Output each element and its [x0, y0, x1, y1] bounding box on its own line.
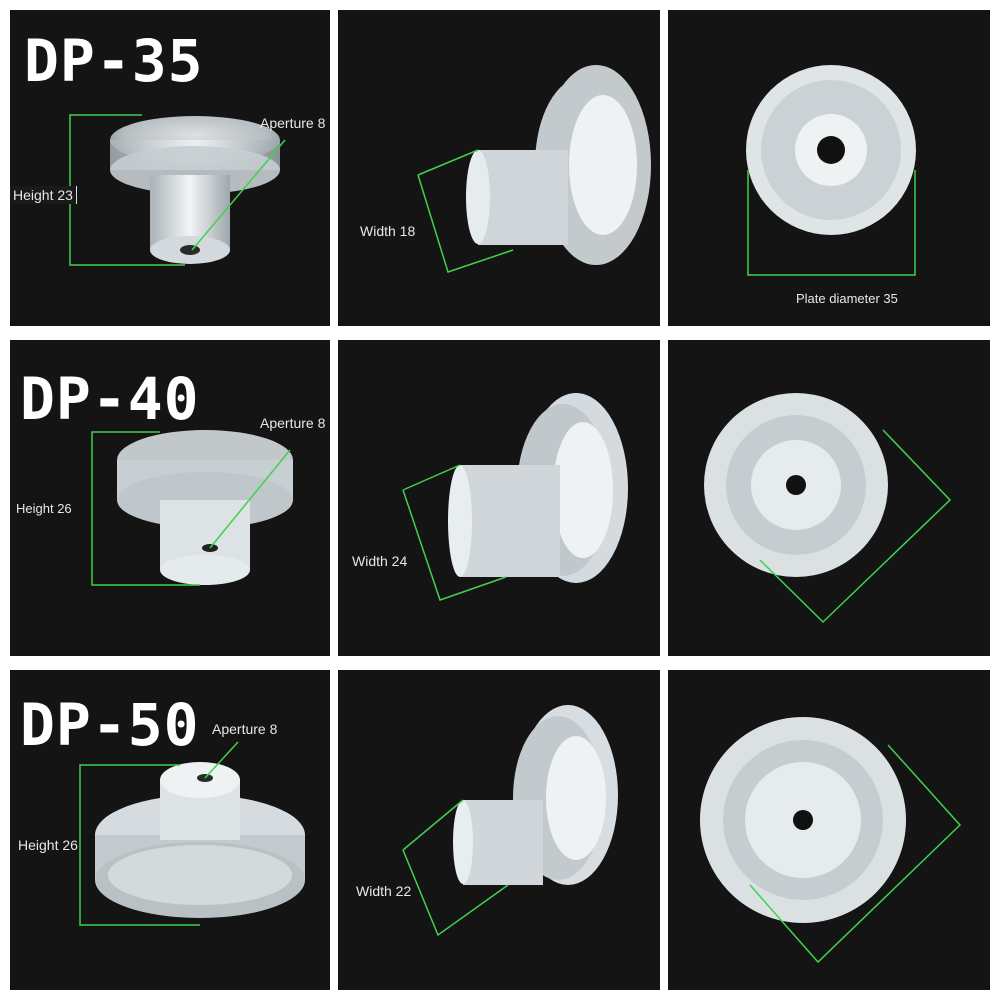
- dp50-side-illustration: [402, 705, 618, 937]
- dp40-top-illustration: [704, 393, 952, 624]
- aperture-label: Aperture 8: [260, 115, 326, 131]
- width-label: Width 22: [356, 883, 412, 899]
- dp35-top-illustration: [746, 65, 916, 276]
- model-title: DP-50: [20, 691, 200, 759]
- dp35-front-photo: DP-35 Height 23 Aperture 8: [10, 10, 330, 326]
- dp35-top-photo: Plate diameter 35: [668, 10, 990, 326]
- height-label: Height 26: [16, 501, 72, 516]
- dp35-side-photo: Width 18: [338, 10, 660, 326]
- dp40-side-photo: Width 24: [338, 340, 660, 656]
- aperture-label: Aperture 8: [260, 415, 326, 431]
- row-divider: [0, 330, 1000, 334]
- model-title: DP-35: [24, 27, 204, 95]
- plate-diameter-label: Plate diameter 35: [796, 291, 898, 306]
- row-divider: [0, 660, 1000, 664]
- width-label: Width 24: [352, 553, 408, 569]
- height-label: Height 23: [10, 186, 77, 204]
- width-label: Width 18: [360, 223, 416, 239]
- dp40-side-illustration: [402, 393, 628, 601]
- dp50-top-illustration: [700, 717, 962, 964]
- dp35-side-illustration: [417, 65, 651, 273]
- dp40-front-photo: DP-40 Height 26 Aperture 8: [10, 340, 330, 656]
- dp50-front-photo: DP-50 Height 26 Aperture 8: [10, 670, 330, 990]
- model-title: DP-40: [20, 365, 200, 433]
- dp40-top-photo: [668, 340, 990, 656]
- dp50-side-photo: Width 22: [338, 670, 660, 990]
- height-label: Height 26: [18, 837, 78, 853]
- dp50-top-photo: [668, 670, 990, 990]
- aperture-label: Aperture 8: [212, 721, 278, 737]
